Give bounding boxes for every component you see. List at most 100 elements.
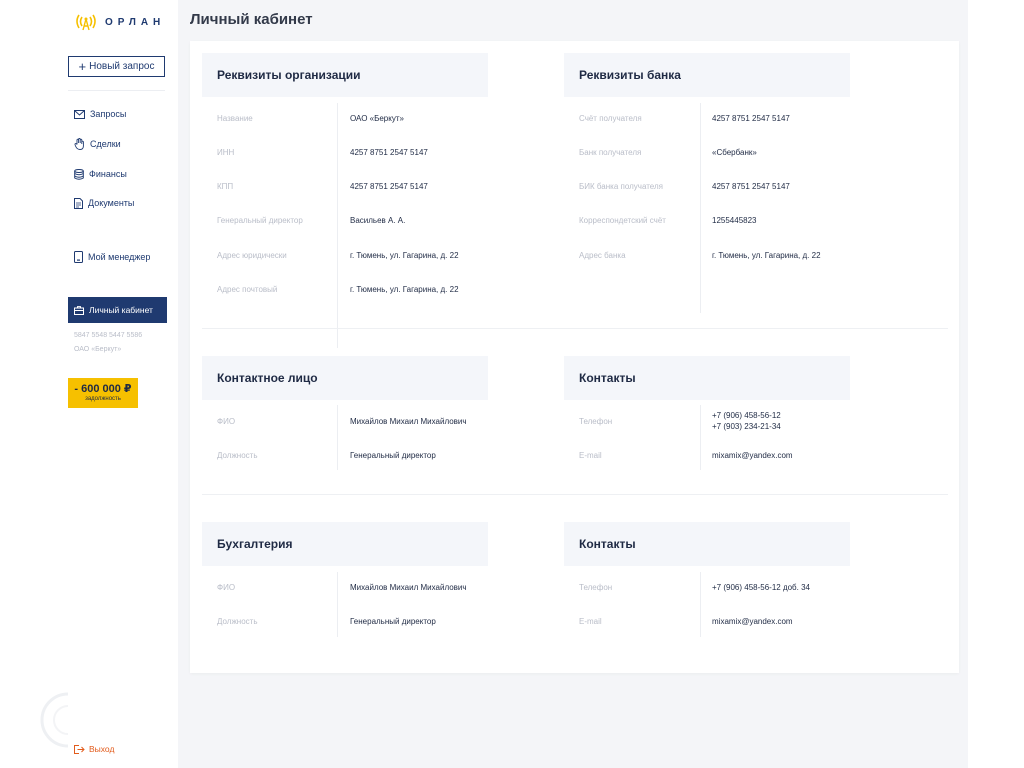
field-value: 1255445823 <box>712 215 757 225</box>
table-row: Адрес почтовый г. Тюмень, ул. Гагарина, д… <box>217 282 459 296</box>
field-label: Банк получателя <box>579 147 642 157</box>
field-value: 4257 8751 2547 5147 <box>350 147 428 157</box>
debt-label: задолжность <box>85 396 121 402</box>
field-label: БИК банка получателя <box>579 181 663 191</box>
column-divider <box>700 103 701 313</box>
sidebar-item-requests[interactable]: Запросы <box>74 107 126 121</box>
field-label: ИНН <box>217 147 235 157</box>
signal-tower-icon <box>76 14 96 31</box>
field-label: Адрес юридически <box>217 250 287 260</box>
field-value: Михайлов Михаил Михайлович <box>350 416 467 426</box>
table-row: Адрес юридически г. Тюмень, ул. Гагарина,… <box>217 248 459 262</box>
debt-badge[interactable]: - 600 000 ₽ задолжность <box>68 378 138 408</box>
section-header-org: Реквизиты организации <box>202 53 488 97</box>
field-label: Адрес банка <box>579 250 626 260</box>
sidebar-divider <box>68 90 165 91</box>
section-header-contacts-accounting: Контакты <box>564 522 850 566</box>
field-label: ФИО <box>217 582 236 592</box>
email-value[interactable]: mixamix@yandex.com <box>712 617 793 626</box>
debt-amount: - 600 000 ₽ <box>74 383 132 395</box>
document-icon <box>74 197 83 209</box>
table-row: Адрес банка г. Тюмень, ул. Гагарина, д. 2… <box>579 248 821 262</box>
field-value: г. Тюмень, ул. Гагарина, д. 22 <box>350 284 459 294</box>
briefcase-icon <box>74 305 84 315</box>
table-row: Генеральный директор Васильев А. А. <box>217 213 405 227</box>
field-label: Адрес почтовый <box>217 284 278 294</box>
coins-icon <box>74 168 84 180</box>
table-row: Корреспондетский счёт 1255445823 <box>579 213 757 227</box>
profile-card: Реквизиты организации Название ОАО «Берку… <box>190 41 959 673</box>
field-label: Должность <box>217 450 258 460</box>
sidebar-item-label: Запросы <box>90 109 127 119</box>
field-value: 4257 8751 2547 5147 <box>350 181 428 191</box>
logout-button[interactable]: Выход <box>74 744 114 754</box>
table-row: ИНН 4257 8751 2547 5147 <box>217 145 428 159</box>
sidebar: ОРЛАН + Новый запрос Запросы Сделки Фина… <box>57 0 178 768</box>
account-number: 5847 5548 5447 5586 <box>74 332 143 339</box>
section-header-accounting: Бухгалтерия <box>202 522 488 566</box>
phone-value[interactable]: +7 (906) 458-56-12 доб. 34 <box>712 583 810 592</box>
sidebar-item-label: Мой менеджер <box>88 252 151 262</box>
phone-value[interactable]: +7 (906) 458-56-12 <box>712 410 781 421</box>
phone-value[interactable]: +7 (903) 234-21-34 <box>712 421 781 432</box>
field-label: ФИО <box>217 416 236 426</box>
field-label: Название <box>217 113 253 123</box>
field-value: Михайлов Михаил Михайлович <box>350 582 467 592</box>
table-row: Банк получателя «Сбербанк» <box>579 145 757 159</box>
field-value: 4257 8751 2547 5147 <box>712 181 790 191</box>
field-value: «Сбербанк» <box>712 147 757 157</box>
field-label: КПП <box>217 181 234 191</box>
field-label: Корреспондетский счёт <box>579 215 666 225</box>
field-value: г. Тюмень, ул. Гагарина, д. 22 <box>350 250 459 260</box>
page-title: Личный кабинет <box>190 11 313 28</box>
sidebar-item-manager[interactable]: Мой менеджер <box>74 250 150 264</box>
table-row: Должность Генеральный директор <box>217 448 436 462</box>
sidebar-item-finance[interactable]: Финансы <box>74 167 127 181</box>
table-row: КПП 4257 8751 2547 5147 <box>217 179 428 193</box>
section-header-contact-person: Контактное лицо <box>202 356 488 400</box>
logo[interactable]: ОРЛАН <box>74 12 165 32</box>
sidebar-item-documents[interactable]: Документы <box>74 196 134 210</box>
field-value: Васильев А. А. <box>350 215 406 225</box>
field-label: Генеральный директор <box>217 215 303 225</box>
table-row: Телефон +7 (906) 458-56-12 +7 (903) 234-… <box>579 410 781 432</box>
field-label: E-mail <box>579 616 602 626</box>
section-header-bank: Реквизиты банка <box>564 53 850 97</box>
sidebar-item-label: Личный кабинет <box>89 305 153 315</box>
table-row: Телефон +7 (906) 458-56-12 доб. 34 <box>579 580 810 594</box>
sidebar-item-deals[interactable]: Сделки <box>74 137 121 151</box>
field-value: +7 (906) 458-56-12 +7 (903) 234-21-34 <box>712 410 781 432</box>
field-value: 4257 8751 2547 5147 <box>712 113 790 123</box>
table-row: ФИО Михайлов Михаил Михайлович <box>217 414 467 428</box>
sidebar-item-label: Документы <box>88 198 135 208</box>
email-value[interactable]: mixamix@yandex.com <box>712 451 793 460</box>
table-row: Должность Генеральный директор <box>217 614 436 628</box>
field-label: Счёт получателя <box>579 113 642 123</box>
phone-icon <box>74 251 83 263</box>
logo-text: ОРЛАН <box>105 16 166 28</box>
table-row: ФИО Михайлов Михаил Михайлович <box>217 580 467 594</box>
section-separator <box>202 494 948 495</box>
logout-icon <box>74 744 85 754</box>
logout-label: Выход <box>89 744 115 754</box>
field-label: Телефон <box>579 582 613 592</box>
sidebar-item-label: Сделки <box>90 139 121 149</box>
field-value: г. Тюмень, ул. Гагарина, д. 22 <box>712 250 821 260</box>
field-label: Должность <box>217 616 258 626</box>
table-row: Название ОАО «Беркут» <box>217 111 404 125</box>
new-request-button[interactable]: + Новый запрос <box>68 56 165 77</box>
field-label: Телефон <box>579 416 613 426</box>
sidebar-item-cabinet[interactable]: Личный кабинет <box>68 297 167 323</box>
table-row: БИК банка получателя 4257 8751 2547 5147 <box>579 179 790 193</box>
field-value: Генеральный директор <box>350 616 436 626</box>
table-row: Счёт получателя 4257 8751 2547 5147 <box>579 111 790 125</box>
watermark-circle-icon <box>40 692 69 748</box>
section-separator <box>202 328 948 329</box>
table-row: E-mail mixamix@yandex.com <box>579 448 793 462</box>
field-value: ОАО «Беркут» <box>350 113 404 123</box>
sidebar-item-label: Финансы <box>89 169 127 179</box>
plus-icon: + <box>78 59 87 74</box>
section-header-contacts: Контакты <box>564 356 850 400</box>
account-org: ОАО «Беркут» <box>74 346 122 353</box>
new-request-label: Новый запрос <box>89 61 155 72</box>
